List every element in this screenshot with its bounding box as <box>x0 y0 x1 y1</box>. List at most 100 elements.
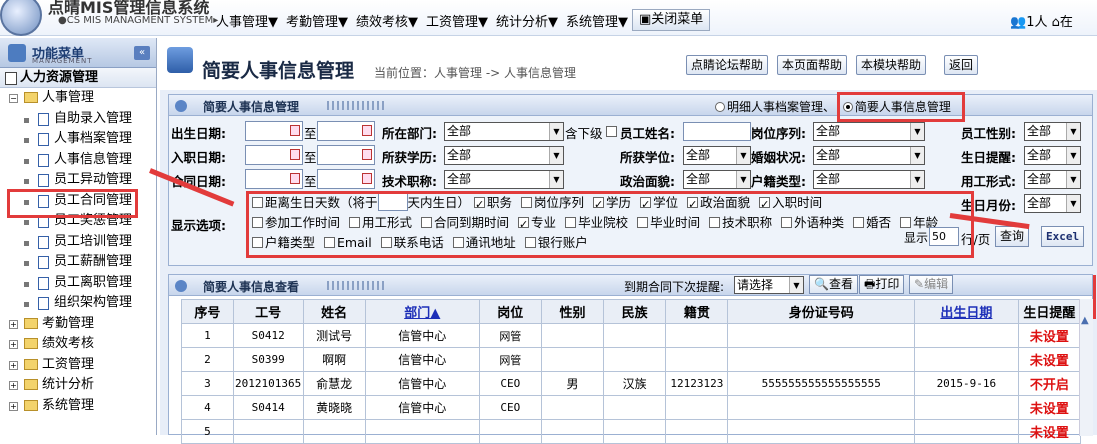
display-options-label: 显示选项: <box>171 218 226 233</box>
birth-month-select[interactable]: 全部 ▼ <box>1024 194 1081 213</box>
module-help-button[interactable]: 本模块帮助 <box>856 55 927 75</box>
table-cell <box>665 347 729 372</box>
sidebar-item-4[interactable]: 员工异动管理 <box>4 170 156 191</box>
sidebar-item-3[interactable]: 人事信息管理 <box>4 150 156 171</box>
back-button[interactable]: 返回 <box>944 55 979 75</box>
print-label: 打印 <box>875 277 900 291</box>
employee-table: 序号 工号 姓名 部门▲ 岗位 性别 民族 籍贯 身份证号码 出生日期 生日提醒 1 S0412 测试号… <box>181 299 1082 444</box>
table-cell <box>540 419 605 444</box>
contract-date-from[interactable] <box>245 169 303 189</box>
radio-detail[interactable] <box>715 102 725 112</box>
panel-icon <box>175 280 187 292</box>
table-cell: 测试号 <box>302 323 366 348</box>
dept-select[interactable]: 全部 ▼ <box>444 122 564 141</box>
result-panel-header: 简要人事信息查看 到期合同下次提醒: 请选择 ▼ 🔍查看 🖶打印 ✎编辑 <box>169 275 1092 296</box>
table-scrollbar[interactable]: ▲ <box>1079 299 1093 436</box>
table-row[interactable]: 5 未设置 <box>181 419 1082 444</box>
table-row[interactable]: 3 2012101365 俞慧龙 信管中心 CEO 男汉族 12123123 55555555… <box>181 371 1082 396</box>
query-button[interactable]: 查询 <box>995 226 1030 247</box>
collapse-sidebar-button[interactable]: « <box>134 46 150 60</box>
document-icon <box>38 174 49 187</box>
expand-toggle-icon[interactable]: + <box>9 319 18 329</box>
employ-form-select[interactable]: 全部 ▼ <box>1024 170 1081 189</box>
excel-button[interactable]: Excel <box>1041 226 1085 247</box>
contract-date-to[interactable] <box>317 169 375 189</box>
table-row[interactable]: 4 S0414 黄晓晓 信管中心 CEO 未设置 <box>181 395 1082 420</box>
calendar-icon[interactable] <box>290 173 300 184</box>
birth-date-to[interactable] <box>317 121 375 141</box>
calendar-icon[interactable] <box>362 125 372 136</box>
column-header-3[interactable]: 部门▲ <box>364 299 480 324</box>
remind-value: 请选择 <box>737 278 774 292</box>
entry-date-to[interactable] <box>317 145 375 165</box>
page-help-button[interactable]: 本页面帮助 <box>777 55 848 75</box>
table-row[interactable]: 2 S0399 啊啊 信管中心 网管 未设置 <box>181 347 1082 372</box>
entry-date-label: 入职日期: <box>171 150 226 165</box>
gender-select[interactable]: 全部 ▼ <box>1024 122 1081 141</box>
calendar-icon[interactable] <box>362 149 372 160</box>
tech-title-select[interactable]: 全部 ▼ <box>444 170 564 189</box>
table-cell <box>727 323 916 348</box>
view-button[interactable]: 🔍查看 <box>809 275 858 294</box>
table-header-row: 序号 工号 姓名 部门▲ 岗位 性别 民族 籍贯 身份证号码 出生日期 生日提醒 <box>181 299 1082 324</box>
sidebar-item-0[interactable]: − 人事管理 <box>4 88 156 109</box>
sidebar-item-8[interactable]: 员工薪酬管理 <box>4 252 156 273</box>
expand-toggle-icon[interactable]: + <box>9 381 18 390</box>
expand-toggle-icon[interactable]: + <box>9 401 18 411</box>
menu-attendance[interactable]: 考勤管理▼ <box>286 11 348 30</box>
column-header-9[interactable]: 出生日期 <box>914 299 1019 324</box>
scroll-up-icon[interactable]: ▲ <box>1081 315 1089 326</box>
calendar-icon[interactable] <box>290 125 300 136</box>
forum-help-button[interactable]: 点睛论坛帮助 <box>686 55 769 75</box>
edit-button[interactable]: ✎编辑 <box>909 275 954 294</box>
menu-performance[interactable]: 绩效考核▼ <box>356 11 418 30</box>
menu-statistics[interactable]: 统计分析▼ <box>496 11 558 30</box>
expand-toggle-icon[interactable]: − <box>9 94 18 103</box>
table-cell <box>914 323 1019 348</box>
sidebar-item-13[interactable]: + 工资管理 <box>4 355 156 376</box>
menu-hr[interactable]: 人事管理▼ <box>216 11 278 30</box>
print-button[interactable]: 🖶打印 <box>859 275 905 294</box>
sidebar-item-label: 考勤管理 <box>42 315 95 331</box>
calendar-icon[interactable] <box>362 173 372 184</box>
marriage-select[interactable]: 全部 ▼ <box>813 146 925 165</box>
include-sub-checkbox[interactable] <box>606 126 617 137</box>
chevron-down-icon: ▼ <box>910 147 924 164</box>
sidebar-item-12[interactable]: + 绩效考核 <box>4 334 156 355</box>
remind-select[interactable]: 请选择 ▼ <box>734 276 804 294</box>
political-select[interactable]: 全部 ▼ <box>683 170 751 189</box>
main-area: 简要人事信息管理 当前位置：人事管理 -> 人事信息管理 点睛论坛帮助 本页面帮… <box>160 38 1097 444</box>
table-row[interactable]: 1 S0412 测试号 信管中心 网管 未设置 <box>181 323 1082 348</box>
expand-toggle-icon[interactable]: + <box>9 360 18 370</box>
birth-date-from[interactable] <box>245 121 303 141</box>
panel-icon <box>175 100 187 112</box>
position-select[interactable]: 全部 ▼ <box>813 122 925 141</box>
close-menu-icon: ▣ <box>639 12 652 27</box>
chevron-down-icon: ▼ <box>789 277 803 293</box>
degree-select[interactable]: 全部 ▼ <box>683 146 751 165</box>
sidebar-item-11[interactable]: + 考勤管理 <box>4 314 156 335</box>
edu-select[interactable]: 全部 ▼ <box>444 146 564 165</box>
home-icon: ⌂ <box>1051 15 1060 30</box>
chevron-down-icon: ▼ <box>549 171 563 188</box>
sidebar-subtitle: MANAGEMENT <box>32 57 93 65</box>
table-cell: 不开启 <box>1017 371 1082 396</box>
sidebar-item-10[interactable]: 组织架构管理 <box>4 293 156 314</box>
table-body: 1 S0412 测试号 信管中心 网管 未设置 2 S0399 啊啊 信管中心 网管 未设置 3 2012… <box>181 323 1082 444</box>
name-input[interactable] <box>683 122 751 141</box>
birthday-remind-select[interactable]: 全部 ▼ <box>1024 146 1081 165</box>
sidebar-item-9[interactable]: 员工离职管理 <box>4 273 156 294</box>
sidebar-item-14[interactable]: + 统计分析 <box>4 375 156 396</box>
sidebar-item-7[interactable]: 员工培训管理 <box>4 232 156 253</box>
sidebar-item-15[interactable]: + 系统管理 <box>4 396 156 417</box>
menu-system[interactable]: 系统管理▼ <box>566 11 628 30</box>
expand-toggle-icon[interactable]: + <box>9 340 18 349</box>
household-select[interactable]: 全部 ▼ <box>813 170 925 189</box>
calendar-icon[interactable] <box>290 149 300 160</box>
sidebar-item-1[interactable]: 自助录入管理 <box>4 109 156 130</box>
menu-salary[interactable]: 工资管理▼ <box>426 11 488 30</box>
entry-date-from[interactable] <box>245 145 303 165</box>
close-menu-button[interactable]: ▣关闭菜单 <box>632 9 711 31</box>
sidebar-section-hr[interactable]: 人力资源管理 <box>0 68 156 88</box>
sidebar-item-2[interactable]: 人事档案管理 <box>4 129 156 150</box>
